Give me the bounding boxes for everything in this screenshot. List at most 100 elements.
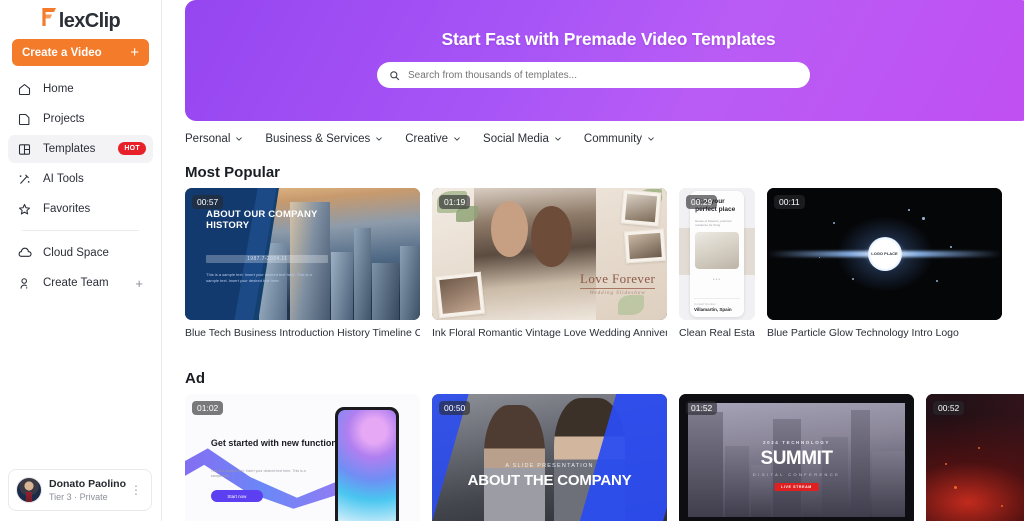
template-thumbnail[interactable]: 01:52 2024 TECHNOLOGY SUMMIT DIGITAL CON… bbox=[679, 394, 914, 521]
plus-icon: + bbox=[130, 44, 139, 61]
thumb-body: House of Navarro, premium residence for … bbox=[695, 218, 732, 227]
duration-badge: 00:52 bbox=[933, 401, 965, 415]
sidebar-nav: Home Projects Templates HOT AI Tools Fav… bbox=[0, 75, 161, 299]
thumb-subheading: Wedding Slideshow bbox=[589, 291, 646, 297]
duration-badge: 01:52 bbox=[686, 401, 718, 415]
duration-badge: 00:29 bbox=[686, 195, 718, 209]
flexclip-f-icon bbox=[41, 6, 58, 27]
thumb-badge: LIVE STREAM bbox=[774, 482, 819, 491]
add-team-plus-icon[interactable]: + bbox=[135, 277, 143, 290]
sidebar: lexClip Create a Video + Home Projects T… bbox=[0, 0, 162, 521]
search-input[interactable] bbox=[408, 69, 798, 81]
hero-title: Start Fast with Premade Video Templates bbox=[441, 29, 776, 49]
template-thumbnail[interactable]: 00:50 A SLIDE PRESENTATION ABOUT THE COM… bbox=[432, 394, 667, 521]
status-badge: HOT bbox=[118, 142, 146, 155]
template-thumbnail[interactable]: 00:11 LOGO PLACE bbox=[767, 188, 1002, 320]
template-card[interactable]: 00:52 Mot bbox=[926, 394, 1024, 521]
cloud-icon bbox=[16, 245, 33, 262]
thumb-subheading: 2024 TECHNOLOGY bbox=[762, 439, 830, 445]
most-popular-row: 00:57 ABOUT OUR COMPANY HISTORY 1987.7-2… bbox=[185, 188, 1024, 339]
templates-icon bbox=[16, 141, 33, 158]
sidebar-item-label: AI Tools bbox=[43, 173, 84, 185]
template-title: Ink Floral Romantic Vintage Love Wedding… bbox=[432, 327, 667, 339]
app-logo[interactable]: lexClip bbox=[0, 0, 161, 31]
sidebar-item-templates[interactable]: Templates HOT bbox=[8, 135, 153, 163]
category-label: Creative bbox=[405, 133, 449, 145]
sidebar-item-favorites[interactable]: Favorites bbox=[8, 195, 153, 223]
user-profile-card[interactable]: Donato Paolino Tier 3 · Private ⋮ bbox=[8, 469, 152, 511]
duration-badge: 00:50 bbox=[439, 401, 471, 415]
thumb-subheading-2: DIGITAL CONFERENCE bbox=[752, 472, 841, 478]
category-label: Personal bbox=[185, 133, 231, 145]
projects-icon bbox=[16, 111, 33, 128]
thumb-heading: SUMMIT bbox=[760, 447, 833, 469]
section-title-ad: Ad bbox=[185, 370, 205, 387]
duration-badge: 00:57 bbox=[192, 195, 224, 209]
thumb-heading: LOGO PLACE bbox=[871, 250, 898, 256]
star-icon bbox=[16, 201, 33, 218]
template-thumbnail[interactable]: 00:29 Find your perfect place House of N… bbox=[679, 188, 755, 320]
template-thumbnail[interactable]: 01:02 Get started with new functions Thi… bbox=[185, 394, 420, 521]
avatar bbox=[16, 477, 42, 503]
chevron-down-icon bbox=[554, 135, 562, 143]
sidebar-item-home[interactable]: Home bbox=[8, 75, 153, 103]
template-thumbnail[interactable]: 00:52 Mot bbox=[926, 394, 1024, 521]
chevron-down-icon bbox=[235, 135, 243, 143]
main-content: Start Fast with Premade Video Templates … bbox=[162, 0, 1024, 521]
thumb-cta: Start now bbox=[210, 490, 263, 503]
create-video-label: Create a Video bbox=[22, 46, 102, 59]
template-title: Blue Tech Business Introduction History … bbox=[185, 327, 420, 339]
template-card[interactable]: 00:11 LOGO PLACE Blue Particle Glow Tech… bbox=[767, 188, 1002, 339]
template-card[interactable]: 01:19 Love Forever Wedding Slideshow Ink… bbox=[432, 188, 667, 339]
thumb-subheading: A SLIDE PRESENTATION bbox=[505, 462, 594, 469]
thumb-year: 1987.7-2024.11 bbox=[206, 255, 329, 264]
category-social-media[interactable]: Social Media bbox=[483, 133, 562, 145]
user-meta: Donato Paolino Tier 3 · Private bbox=[49, 478, 130, 503]
template-thumbnail[interactable]: 01:19 Love Forever Wedding Slideshow bbox=[432, 188, 667, 320]
chevron-down-icon bbox=[647, 135, 655, 143]
chevron-down-icon bbox=[375, 135, 383, 143]
thumb-foot-value: Villamartin, Spain bbox=[694, 307, 732, 313]
category-personal[interactable]: Personal bbox=[185, 133, 243, 145]
sidebar-item-cloud-space[interactable]: Cloud Space bbox=[8, 239, 153, 267]
user-tier: Tier 3 · Private bbox=[49, 491, 108, 502]
template-thumbnail[interactable]: 00:57 ABOUT OUR COMPANY HISTORY 1987.7-2… bbox=[185, 188, 420, 320]
category-nav: Personal Business & Services Creative So… bbox=[185, 133, 677, 145]
create-a-video-button[interactable]: Create a Video + bbox=[12, 39, 149, 66]
home-icon bbox=[16, 81, 33, 98]
chevron-down-icon bbox=[453, 135, 461, 143]
sidebar-item-label: Templates bbox=[43, 143, 96, 155]
thumb-dots: ••• bbox=[712, 276, 722, 283]
hero-banner: Start Fast with Premade Video Templates bbox=[185, 0, 1024, 121]
thumb-body: This is a sample text. Insert your desir… bbox=[210, 469, 306, 479]
category-business-services[interactable]: Business & Services bbox=[265, 133, 383, 145]
sidebar-item-label: Create Team bbox=[43, 277, 109, 289]
template-card[interactable]: 00:29 Find your perfect place House of N… bbox=[679, 188, 755, 339]
category-label: Social Media bbox=[483, 133, 549, 145]
template-card[interactable]: 00:57 ABOUT OUR COMPANY HISTORY 1987.7-2… bbox=[185, 188, 420, 339]
category-creative[interactable]: Creative bbox=[405, 133, 461, 145]
more-options-icon[interactable]: ⋮ bbox=[130, 484, 144, 496]
category-community[interactable]: Community bbox=[584, 133, 655, 145]
template-search-bar[interactable] bbox=[377, 62, 810, 88]
thumb-heading: Get started with new functions bbox=[210, 437, 342, 448]
thumb-body: This is a sample text. Insert your desir… bbox=[206, 272, 312, 284]
app-root: lexClip Create a Video + Home Projects T… bbox=[0, 0, 1024, 521]
sidebar-item-ai-tools[interactable]: AI Tools bbox=[8, 165, 153, 193]
thumb-heading: Love Forever bbox=[580, 271, 656, 290]
sidebar-item-create-team[interactable]: Create Team + bbox=[8, 269, 153, 297]
category-label: Business & Services bbox=[265, 133, 371, 145]
duration-badge: 01:19 bbox=[439, 195, 471, 209]
duration-badge: 01:02 bbox=[192, 401, 224, 415]
template-card[interactable]: 00:50 A SLIDE PRESENTATION ABOUT THE COM… bbox=[432, 394, 667, 521]
search-icon bbox=[389, 70, 400, 81]
sidebar-item-label: Home bbox=[43, 83, 74, 95]
template-title: Clean Real Estat... bbox=[679, 327, 755, 339]
template-card[interactable]: 01:02 Get started with new functions Thi… bbox=[185, 394, 420, 521]
template-title: Blue Particle Glow Technology Intro Logo bbox=[767, 327, 959, 339]
sidebar-item-projects[interactable]: Projects bbox=[8, 105, 153, 133]
section-title-most-popular: Most Popular bbox=[185, 164, 281, 181]
team-icon bbox=[16, 275, 33, 292]
sidebar-divider bbox=[22, 230, 139, 231]
template-card[interactable]: 01:52 2024 TECHNOLOGY SUMMIT DIGITAL CON… bbox=[679, 394, 914, 521]
